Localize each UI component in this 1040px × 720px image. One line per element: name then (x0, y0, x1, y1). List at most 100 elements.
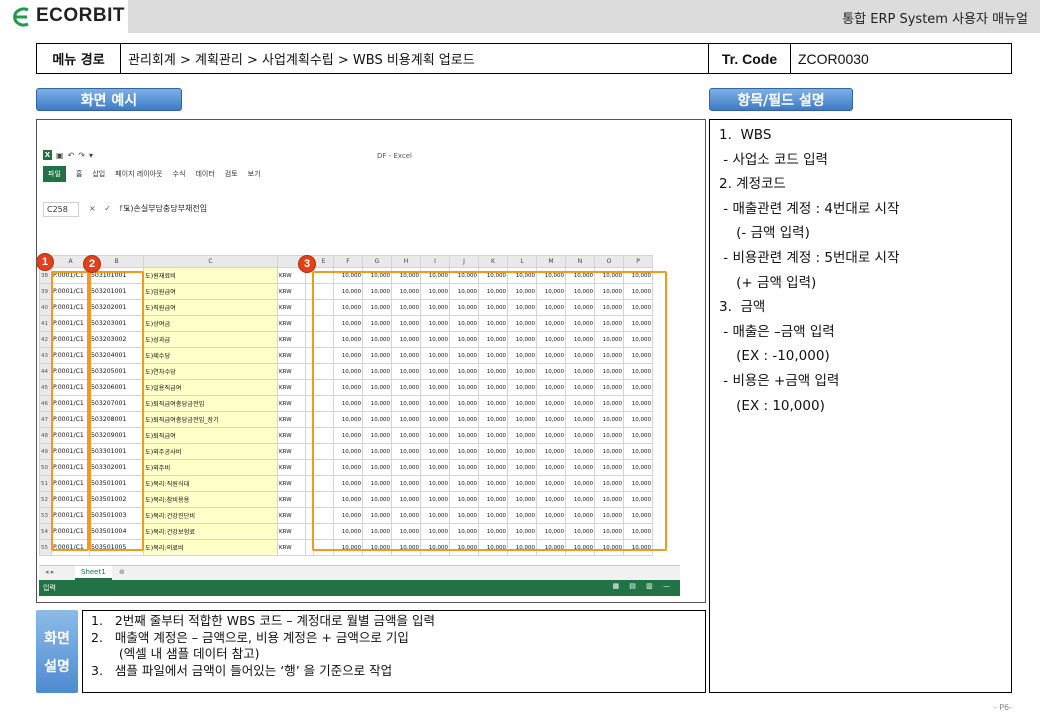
grid-cell[interactable]: KRW (277, 459, 306, 476)
ribbon-tab-review[interactable]: 검토 (225, 169, 238, 179)
grid-cell[interactable]: 42 (39, 331, 52, 348)
ribbon-tab-formulas[interactable]: 수식 (173, 169, 186, 179)
grid-cell[interactable]: 54 (39, 523, 52, 540)
explanation-label-line-2: 설명 (44, 658, 70, 675)
screen-example-tab: 화면 예시 (36, 88, 182, 111)
grid-cell[interactable]: 48 (39, 427, 52, 444)
ribbon-tab-insert[interactable]: 삽입 (92, 169, 105, 179)
add-sheet-icon[interactable]: ⊕ (119, 568, 125, 576)
ribbon-tab-home[interactable]: 홈 (76, 169, 82, 179)
grid-cell[interactable]: KRW (277, 299, 306, 316)
column-header[interactable]: P (623, 255, 653, 268)
highlight-wbs-column (51, 271, 89, 551)
grid-cell[interactable]: 41 (39, 315, 52, 332)
column-header[interactable]: G (362, 255, 392, 268)
grid-cell[interactable]: 47 (39, 411, 52, 428)
name-box[interactable]: C258 (43, 202, 79, 217)
ribbon-tab-page-layout[interactable]: 페이지 레이아웃 (115, 169, 162, 179)
ribbon-tab-view[interactable]: 보기 (248, 169, 261, 179)
grid-cell[interactable]: 도)외주비 (143, 459, 278, 476)
grid-cell[interactable]: 도)퇴직급여 (143, 427, 278, 444)
column-header[interactable]: O (594, 255, 624, 268)
field-description-line: (EX : 10,000) (719, 397, 825, 414)
grid-cell[interactable]: KRW (277, 523, 306, 540)
grid-cell[interactable]: KRW (277, 331, 306, 348)
sheet-scroll-arrows-icon[interactable]: ◂ ▸ (45, 568, 54, 576)
ribbon-tab-file[interactable]: 파일 (43, 165, 66, 182)
grid-cell[interactable]: 도)성과급 (143, 331, 278, 348)
grid-cell[interactable]: 도)임원급여 (143, 283, 278, 300)
column-header[interactable]: N (565, 255, 595, 268)
logo: ECORBIT (0, 0, 128, 33)
grid-cell[interactable]: 도)원재료비 (143, 267, 278, 284)
page-number: - P6- (993, 703, 1012, 712)
grid-cell[interactable]: 도)복리:건강진단비 (143, 507, 278, 524)
grid-cell[interactable]: 도)퇴직급여충당금전입 (143, 395, 278, 412)
sheet-tab-sheet1[interactable]: Sheet1 (75, 566, 112, 580)
badge-2: 2 (83, 255, 101, 273)
grid-cell[interactable]: 도)일용직급여 (143, 379, 278, 396)
column-header[interactable]: M (536, 255, 566, 268)
excel-app-icon: X (43, 150, 52, 160)
column-header[interactable]: I (420, 255, 450, 268)
customize-toolbar-icon[interactable]: ▾ (89, 151, 93, 160)
grid-cell[interactable]: 53 (39, 507, 52, 524)
grid-cell[interactable]: 도)외주공사비 (143, 443, 278, 460)
grid-cell[interactable]: 도)연차수당 (143, 363, 278, 380)
grid-cell[interactable]: 도)복리:참비용용 (143, 491, 278, 508)
grid-cell[interactable]: 50 (39, 459, 52, 476)
view-mode-icons[interactable]: ▦ ▤ ▥ — (612, 582, 674, 590)
column-header[interactable]: J (449, 255, 479, 268)
grid-cell[interactable]: KRW (277, 475, 306, 492)
ribbon-tab-data[interactable]: 데이터 (195, 169, 214, 179)
column-header[interactable]: H (391, 255, 421, 268)
grid-cell[interactable]: 46 (39, 395, 52, 412)
explanation-label-line-1: 화면 (44, 630, 70, 647)
column-header[interactable]: F (333, 255, 363, 268)
grid-cell[interactable]: KRW (277, 507, 306, 524)
grid-cell[interactable]: 도)직원급여 (143, 299, 278, 316)
grid-cell[interactable]: 43 (39, 347, 52, 364)
column-header[interactable]: L (507, 255, 537, 268)
save-icon[interactable]: ▣ (56, 151, 64, 160)
field-description-line: - 매출은 –금액 입력 (719, 323, 835, 340)
formula-input[interactable]: 도)손실부담충당부채전입 (123, 203, 207, 214)
grid-cell[interactable]: KRW (277, 539, 306, 556)
screen-explanation-label: 화면 설명 (36, 610, 78, 693)
grid-cell[interactable]: 40 (39, 299, 52, 316)
screen-explanation-box: 1. 2번째 줄부터 적합한 WBS 코드 – 계정대로 월별 금액을 입력 2.… (82, 610, 706, 693)
grid-cell[interactable]: KRW (277, 315, 306, 332)
column-header[interactable]: K (478, 255, 508, 268)
badge-1: 1 (37, 253, 54, 271)
grid-cell[interactable]: KRW (277, 411, 306, 428)
grid-cell[interactable]: 44 (39, 363, 52, 380)
redo-icon[interactable]: ↷ (78, 151, 85, 160)
grid-cell[interactable]: 49 (39, 443, 52, 460)
field-description-line: - 매출관련 계정 : 4번대로 시작 (719, 200, 900, 217)
grid-cell[interactable]: 도)복리:의료비 (143, 539, 278, 556)
grid-cell[interactable]: KRW (277, 427, 306, 444)
grid-cell[interactable]: 도)제수당 (143, 347, 278, 364)
column-header[interactable]: E (313, 255, 334, 268)
grid-cell[interactable]: KRW (277, 443, 306, 460)
grid-cell[interactable]: 도)복리:건강보험료 (143, 523, 278, 540)
grid-cell[interactable]: 도)퇴직급여충당금전입_장기 (143, 411, 278, 428)
grid-cell[interactable]: KRW (277, 347, 306, 364)
grid-cell[interactable]: KRW (277, 491, 306, 508)
grid-cell[interactable]: 45 (39, 379, 52, 396)
field-description-line: (EX : -10,000) (719, 348, 830, 365)
grid-cell[interactable]: 도)복리:직원식대 (143, 475, 278, 492)
grid-cell[interactable]: 39 (39, 283, 52, 300)
explanation-line: 3. 샘플 파일에서 금액이 들어있는 ‘행’ 을 기준으로 작업 (91, 662, 393, 678)
grid-cell[interactable]: 51 (39, 475, 52, 492)
grid-cell[interactable]: 55 (39, 539, 52, 556)
grid-cell[interactable]: 52 (39, 491, 52, 508)
undo-icon[interactable]: ↶ (68, 151, 75, 160)
grid-cell[interactable]: KRW (277, 363, 306, 380)
column-header[interactable]: C (143, 255, 278, 268)
field-description-line: (+ 금액 입력) (719, 274, 817, 291)
grid-cell[interactable]: KRW (277, 283, 306, 300)
grid-cell[interactable]: KRW (277, 379, 306, 396)
grid-cell[interactable]: 도)상여금 (143, 315, 278, 332)
grid-cell[interactable]: KRW (277, 395, 306, 412)
